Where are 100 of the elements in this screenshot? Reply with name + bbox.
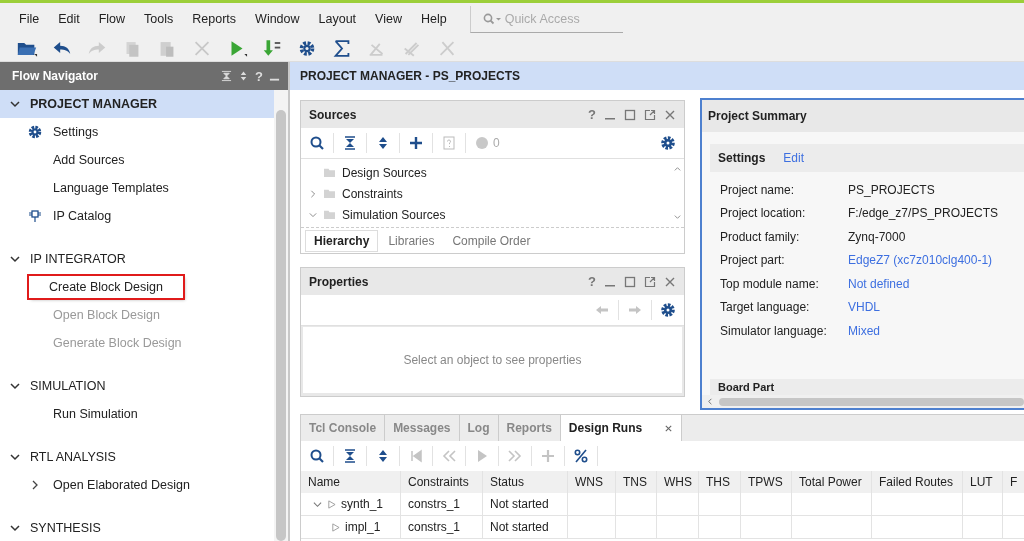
gear-icon [28, 125, 42, 139]
menu-item[interactable]: Layout [318, 12, 357, 26]
download-icon[interactable] [261, 38, 283, 58]
help-icon[interactable]: ? [255, 68, 263, 84]
tab[interactable]: Design Runs [560, 415, 683, 441]
field-value: PS_PROJECTS [848, 182, 935, 197]
field-label: Project part: [720, 253, 786, 268]
tab[interactable]: Compile Order [444, 230, 539, 251]
column-header[interactable]: TPWS [741, 471, 792, 493]
field-link[interactable]: VHDL [848, 300, 880, 315]
scroll-up-icon[interactable] [672, 165, 682, 174]
menu-item[interactable]: File [19, 12, 40, 26]
section-title: IP INTEGRATOR [30, 252, 126, 266]
field-label: Target language: [720, 300, 811, 315]
field-label: Project name: [720, 182, 796, 197]
nav-item[interactable]: Language Templates [49, 178, 173, 198]
nav-item[interactable]: Add Sources [49, 150, 129, 170]
empty-message: Select an object to see properties [403, 353, 582, 367]
chevron-icon [10, 381, 20, 391]
table-cell: synth_1 [301, 493, 401, 515]
folder-icon [323, 188, 336, 199]
field-label: Simulator language: [720, 323, 828, 338]
tab[interactable]: Hierarchy [305, 229, 379, 252]
tree-item[interactable]: Design Sources [342, 165, 427, 180]
column-header[interactable]: F [1003, 471, 1024, 493]
tab[interactable]: Libraries [380, 230, 443, 251]
scroll-down-icon[interactable] [672, 212, 682, 221]
section-title: SIMULATION [30, 379, 106, 393]
menu-item[interactable]: Edit [58, 12, 80, 26]
settings-icon[interactable] [660, 135, 676, 151]
nav-item[interactable]: IP Catalog [49, 206, 116, 226]
column-header[interactable]: Constraints [401, 471, 483, 493]
column-header[interactable]: WHS [657, 471, 699, 493]
float-icon[interactable] [644, 108, 656, 121]
tree-toggle-icon[interactable] [313, 499, 322, 509]
section-title: PROJECT MANAGER [30, 97, 158, 111]
run-state-icon [331, 522, 340, 532]
float-icon[interactable] [644, 275, 656, 288]
section-header[interactable]: IP INTEGRATOR [0, 245, 274, 273]
nav-item[interactable]: Open Elaborated Design [49, 475, 194, 495]
column-header[interactable]: LUT [963, 471, 1003, 493]
section-header[interactable]: SYNTHESIS [0, 514, 274, 541]
menu-item[interactable]: Tools [144, 12, 174, 26]
maximize-icon[interactable] [624, 108, 636, 121]
column-header[interactable]: Status [483, 471, 568, 493]
menu-item[interactable]: Flow [98, 12, 126, 26]
close-icon[interactable] [664, 108, 676, 121]
close-icon[interactable] [664, 275, 676, 288]
field-value: Zynq-7000 [848, 229, 906, 244]
column-header[interactable]: Total Power [792, 471, 872, 493]
menu-item[interactable]: Window [255, 12, 300, 26]
field-link[interactable]: Not defined [848, 276, 910, 291]
section-header[interactable]: PROJECT MANAGER [0, 90, 274, 118]
collapse-all-icon[interactable] [342, 448, 358, 464]
section-title: Settings [718, 151, 766, 165]
status-dot-icon [474, 135, 490, 151]
table-cell: Not started [483, 493, 568, 515]
search-icon[interactable] [309, 135, 325, 151]
menu-item[interactable]: View [375, 12, 402, 26]
section-header[interactable]: RTL ANALYSIS [0, 443, 274, 471]
edit-link[interactable]: Edit [783, 151, 805, 165]
column-header[interactable]: TNS [616, 471, 657, 493]
collapse-all-icon[interactable] [221, 70, 233, 82]
run-state-icon [327, 499, 336, 509]
scrollbar[interactable] [274, 90, 288, 541]
nav-item[interactable]: Settings [49, 122, 103, 142]
column-header[interactable]: Failed Routes [872, 471, 963, 493]
tree-toggle-icon[interactable] [309, 210, 317, 219]
help-icon[interactable]: ? [588, 107, 596, 122]
column-header[interactable]: Name [301, 471, 401, 493]
nav-item[interactable]: Run Simulation [49, 404, 142, 424]
tree-item[interactable]: Constraints [342, 186, 403, 201]
tree-toggle-icon[interactable] [309, 189, 317, 198]
menu-item[interactable]: Help [420, 12, 447, 26]
chip-icon [28, 209, 42, 223]
scrollbar-thumb[interactable] [719, 397, 1024, 406]
settings-icon[interactable] [660, 302, 676, 318]
count-label: 0 [493, 136, 500, 150]
search-icon[interactable] [309, 448, 325, 464]
scroll-left-icon[interactable] [706, 397, 715, 406]
help-icon[interactable]: ? [588, 274, 596, 289]
percent-icon[interactable] [573, 448, 589, 464]
field-label: Top module name: [720, 276, 820, 291]
collapse-all-icon[interactable] [342, 135, 358, 151]
folder-icon [323, 167, 336, 178]
table-cell: impl_1 [301, 516, 401, 538]
field-link[interactable]: Mixed [848, 323, 880, 338]
column-header[interactable]: WNS [568, 471, 616, 493]
field-link[interactable]: EdgeZ7 (xc7z010clg400-1) [848, 253, 993, 268]
column-header[interactable]: THS [699, 471, 741, 493]
menu-item[interactable]: Reports [192, 12, 237, 26]
close-icon[interactable] [664, 423, 674, 433]
tree-item[interactable]: Simulation Sources [342, 207, 446, 222]
quick-access-field[interactable]: Quick Access [502, 10, 617, 27]
maximize-icon[interactable] [624, 275, 636, 288]
table-cell: constrs_1 [401, 516, 483, 538]
table-cell: constrs_1 [401, 493, 483, 515]
section-header[interactable]: SIMULATION [0, 372, 274, 400]
add-icon[interactable] [408, 135, 424, 151]
nav-item[interactable]: Create Block Design [29, 276, 183, 298]
